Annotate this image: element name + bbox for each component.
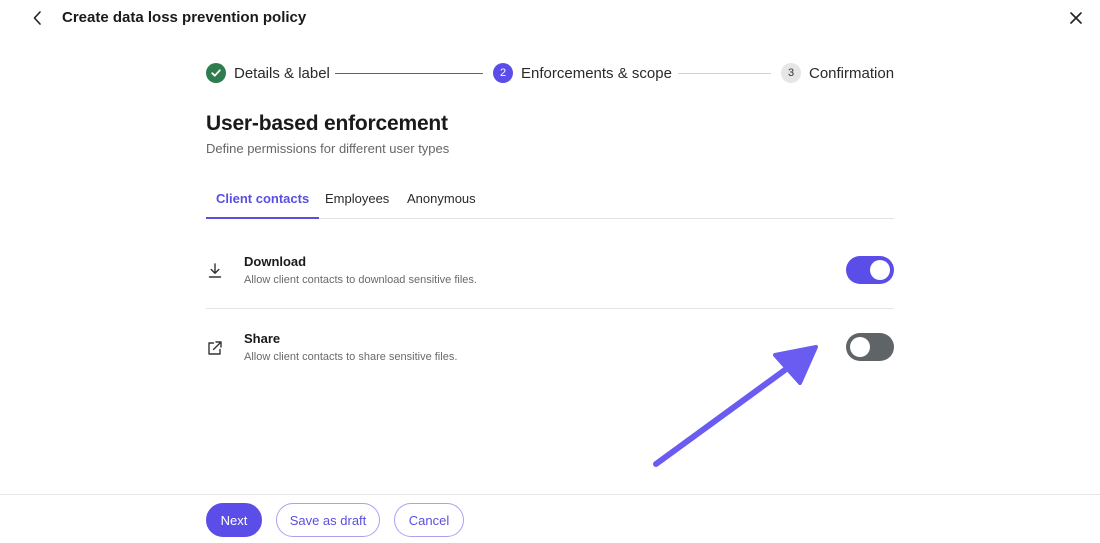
user-type-tabs: Client contacts Employees Anonymous — [206, 186, 894, 219]
chevron-left-icon — [33, 11, 41, 25]
next-button[interactable]: Next — [206, 503, 262, 537]
tab-anonymous[interactable]: Anonymous — [397, 186, 486, 219]
step-number: 2 — [493, 63, 513, 83]
step-enforcements-scope: 2 Enforcements & scope — [493, 61, 672, 85]
permission-title: Download — [244, 254, 307, 269]
step-label: Confirmation — [809, 64, 895, 82]
toggle-knob — [870, 260, 890, 280]
dialog-header: Create data loss prevention policy — [0, 0, 1100, 36]
close-button[interactable] — [1066, 8, 1086, 28]
step-label: Details & label — [234, 64, 330, 82]
permission-description: Allow client contacts to download sensit… — [244, 274, 477, 286]
page-title: Create data loss prevention policy — [62, 9, 307, 26]
check-circle-icon — [206, 63, 226, 83]
dialog-footer: Next Save as draft Cancel — [0, 494, 1100, 543]
download-toggle[interactable] — [846, 256, 894, 284]
toggle-knob — [850, 337, 870, 357]
permission-row-download: Download Allow client contacts to downlo… — [206, 232, 894, 309]
close-icon — [1070, 12, 1082, 24]
save-as-draft-button[interactable]: Save as draft — [276, 503, 380, 537]
step-number: 3 — [781, 63, 801, 83]
share-toggle[interactable] — [846, 333, 894, 361]
tab-client-contacts[interactable]: Client contacts — [206, 186, 320, 219]
section-subtitle: Define permissions for different user ty… — [206, 141, 450, 156]
share-icon — [208, 341, 222, 355]
tab-employees[interactable]: Employees — [315, 186, 399, 219]
download-icon — [208, 263, 222, 278]
cancel-button[interactable]: Cancel — [394, 503, 464, 537]
section-title: User-based enforcement — [206, 112, 448, 135]
step-label: Enforcements & scope — [521, 64, 672, 82]
step-details-label: Details & label — [206, 61, 330, 85]
step-confirmation: 3 Confirmation — [781, 61, 894, 85]
step-connector — [335, 73, 483, 74]
permission-description: Allow client contacts to share sensitive… — [244, 351, 458, 363]
annotation-arrow-icon — [653, 345, 818, 467]
back-button[interactable] — [28, 8, 48, 28]
step-connector — [678, 73, 771, 74]
permission-title: Share — [244, 331, 281, 346]
progress-stepper: Details & label 2 Enforcements & scope 3… — [206, 61, 894, 85]
